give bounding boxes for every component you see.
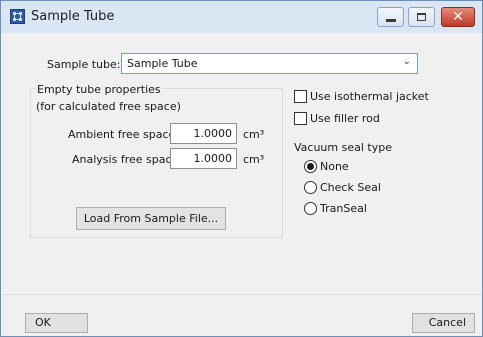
sample-tube-dialog: Sample Tube ✕ Sample tube: Sample Tube ⌄… xyxy=(0,0,483,337)
app-icon xyxy=(10,9,25,24)
maximize-icon xyxy=(417,13,426,21)
sample-tube-label: Sample tube: xyxy=(47,58,121,71)
ok-button[interactable]: OK xyxy=(25,313,88,333)
maximize-button[interactable] xyxy=(408,7,435,27)
radio-selected-dot xyxy=(307,163,314,170)
seal-check-seal-label[interactable]: Check Seal xyxy=(320,181,381,194)
analysis-free-space-label: Analysis free space: xyxy=(72,153,182,166)
dialog-content: Sample tube: Sample Tube ⌄ Empty tube pr… xyxy=(2,33,481,335)
minimize-icon xyxy=(386,19,396,22)
cancel-button[interactable]: Cancel xyxy=(412,313,475,333)
seal-check-seal-radio[interactable] xyxy=(304,181,317,194)
ambient-unit: cm³ xyxy=(243,128,265,141)
seal-none-radio[interactable] xyxy=(304,160,317,173)
seal-transeal-radio[interactable] xyxy=(304,202,317,215)
footer-divider xyxy=(2,294,481,295)
ambient-free-space-label: Ambient free space: xyxy=(68,128,179,141)
close-icon: ✕ xyxy=(452,9,464,25)
isothermal-jacket-checkbox[interactable] xyxy=(294,90,307,103)
analysis-free-space-input[interactable]: 1.0000 xyxy=(170,148,237,169)
sample-tube-value: Sample Tube xyxy=(127,57,198,70)
minimize-button[interactable] xyxy=(377,7,404,27)
seal-transeal-label[interactable]: TranSeal xyxy=(320,202,367,215)
analysis-unit: cm³ xyxy=(243,153,265,166)
empty-tube-subtitle: (for calculated free space) xyxy=(36,100,181,113)
filler-rod-checkbox[interactable] xyxy=(294,112,307,125)
window-title: Sample Tube xyxy=(31,9,115,24)
empty-tube-title: Empty tube properties xyxy=(36,83,162,96)
ambient-free-space-input[interactable]: 1.0000 xyxy=(170,123,237,144)
vacuum-seal-title: Vacuum seal type xyxy=(294,141,392,154)
chevron-down-icon: ⌄ xyxy=(402,56,411,67)
title-bar[interactable]: Sample Tube ✕ xyxy=(1,1,482,33)
load-from-sample-file-button[interactable]: Load From Sample File... xyxy=(76,207,226,230)
isothermal-jacket-label[interactable]: Use isothermal jacket xyxy=(310,90,429,103)
filler-rod-label[interactable]: Use filler rod xyxy=(310,112,380,125)
seal-none-label[interactable]: None xyxy=(320,160,349,173)
sample-tube-select[interactable]: Sample Tube ⌄ xyxy=(121,53,418,74)
close-button[interactable]: ✕ xyxy=(441,7,475,27)
